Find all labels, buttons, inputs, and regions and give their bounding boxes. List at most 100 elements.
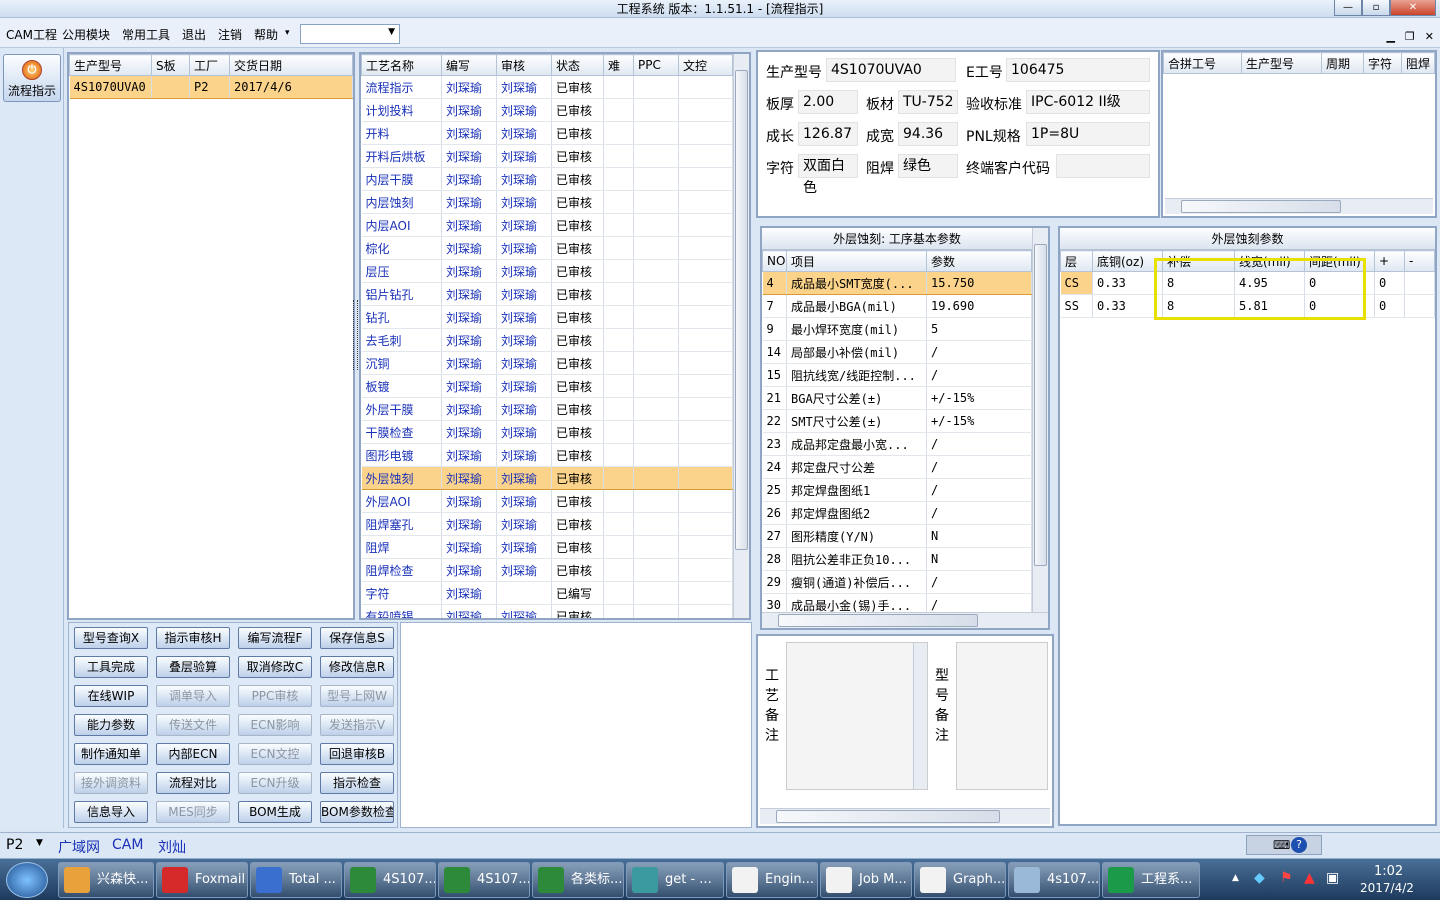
process-cell[interactable]: 刘琛瑜 bbox=[441, 236, 497, 260]
bp-cell[interactable]: 邦定焊盘图纸1 bbox=[786, 478, 927, 502]
process-cell[interactable] bbox=[678, 259, 733, 283]
etch-cell[interactable]: 0.33 bbox=[1092, 271, 1163, 295]
remarks-hscroll[interactable] bbox=[760, 808, 1050, 824]
table-row[interactable]: 铝片钻孔 刘琛瑜 刘琛瑜 已审核 bbox=[361, 282, 733, 306]
bp-cell[interactable]: 5 bbox=[926, 317, 1032, 341]
etch-col-header[interactable]: 层 bbox=[1060, 250, 1093, 272]
bp-cell[interactable]: 26 bbox=[762, 501, 787, 525]
bp-cell[interactable]: +/-15% bbox=[926, 409, 1032, 433]
table-row[interactable]: 26 邦定焊盘图纸2/ bbox=[762, 501, 1032, 525]
process-cell[interactable]: 刘琛瑜 bbox=[496, 397, 552, 421]
process-cell[interactable] bbox=[603, 512, 634, 536]
process-cell[interactable]: 刘琛瑜 bbox=[496, 190, 552, 214]
remarks-vscroll[interactable] bbox=[913, 643, 927, 789]
table-row[interactable]: 去毛刺 刘琛瑜 刘琛瑜 已审核 bbox=[361, 328, 733, 352]
process-cell[interactable]: 已审核 bbox=[551, 98, 604, 122]
process-cell[interactable]: 钻孔 bbox=[361, 305, 442, 329]
process-cell[interactable] bbox=[603, 466, 634, 490]
process-cell[interactable]: 刘琛瑜 bbox=[496, 374, 552, 398]
table-row[interactable]: 层压 刘琛瑜 刘琛瑜 已审核 bbox=[361, 259, 733, 283]
bp-cell[interactable]: 29 bbox=[762, 570, 787, 594]
bp-cell[interactable]: / bbox=[926, 363, 1032, 387]
etch-cell[interactable] bbox=[1404, 271, 1435, 295]
remarks-scroll-thumb[interactable] bbox=[776, 810, 1000, 823]
process-cell[interactable] bbox=[678, 420, 733, 444]
process-cell[interactable] bbox=[603, 443, 634, 467]
taskbar-app[interactable]: Total ... bbox=[250, 862, 342, 898]
table-row[interactable]: 7 成品最小BGA(mil) 19.690 bbox=[762, 294, 1032, 318]
bp-cell[interactable]: 阻抗公差非正负10... bbox=[786, 547, 927, 571]
table-row[interactable]: 外层干膜 刘琛瑜 刘琛瑜 已审核 bbox=[361, 397, 733, 421]
process-cell[interactable] bbox=[603, 190, 634, 214]
merge-col-header[interactable]: 周期 bbox=[1321, 52, 1364, 74]
process-cell[interactable]: 图形电镀 bbox=[361, 443, 442, 467]
bp-cell[interactable]: 15.750 bbox=[926, 271, 1032, 295]
action-button[interactable]: BOM生成 bbox=[238, 801, 312, 823]
bp-cell[interactable]: / bbox=[926, 570, 1032, 594]
process-cell[interactable]: 刘琛瑜 bbox=[441, 75, 497, 99]
action-button[interactable]: 取消修改C bbox=[238, 656, 312, 678]
process-col-header[interactable]: 审核 bbox=[496, 54, 552, 76]
merge-col-header[interactable]: 字符 bbox=[1363, 52, 1402, 74]
process-cell[interactable]: 刘琛瑜 bbox=[496, 558, 552, 582]
bp-cell[interactable]: 22 bbox=[762, 409, 787, 433]
table-row[interactable]: 内层AOI 刘琛瑜 刘琛瑜 已审核 bbox=[361, 213, 733, 237]
process-cell[interactable]: 干膜检查 bbox=[361, 420, 442, 444]
process-cell[interactable] bbox=[633, 167, 679, 191]
menu-tools[interactable]: 常用工具 bbox=[122, 26, 170, 43]
merge-hscroll[interactable] bbox=[1165, 198, 1433, 214]
bp-cell[interactable]: 14 bbox=[762, 340, 787, 364]
table-row[interactable]: 内层干膜 刘琛瑜 刘琛瑜 已审核 bbox=[361, 167, 733, 191]
process-cell[interactable]: 阻焊 bbox=[361, 535, 442, 559]
process-cell[interactable]: 刘琛瑜 bbox=[496, 443, 552, 467]
process-cell[interactable] bbox=[633, 259, 679, 283]
bp-hscroll-thumb[interactable] bbox=[778, 614, 978, 627]
process-cell[interactable] bbox=[633, 328, 679, 352]
process-cell[interactable] bbox=[603, 75, 634, 99]
action-button[interactable]: 在线WIP bbox=[74, 685, 148, 707]
bp-cell[interactable]: 21 bbox=[762, 386, 787, 410]
factory-chevron-icon[interactable]: ▼ bbox=[36, 838, 43, 848]
bp-cell[interactable]: / bbox=[926, 340, 1032, 364]
bp-cell[interactable]: 成品最小SMT宽度(... bbox=[786, 271, 927, 295]
process-cell[interactable] bbox=[603, 535, 634, 559]
process-cell[interactable]: 已审核 bbox=[551, 236, 604, 260]
process-cell[interactable]: 刘琛瑜 bbox=[441, 259, 497, 283]
process-cell[interactable]: 已审核 bbox=[551, 489, 604, 513]
process-col-header[interactable]: 难 bbox=[603, 54, 634, 76]
process-cell[interactable]: 已审核 bbox=[551, 305, 604, 329]
process-cell[interactable] bbox=[633, 558, 679, 582]
process-cell[interactable]: 刘琛瑜 bbox=[496, 75, 552, 99]
process-cell[interactable]: 已审核 bbox=[551, 144, 604, 168]
bp-cell[interactable]: SMT尺寸公差(±) bbox=[786, 409, 927, 433]
process-cell[interactable] bbox=[678, 213, 733, 237]
menu-logout[interactable]: 注销 bbox=[218, 26, 242, 43]
process-cell[interactable] bbox=[603, 351, 634, 375]
process-cell[interactable]: 刘琛瑜 bbox=[441, 558, 497, 582]
etch-col-header[interactable]: + bbox=[1374, 250, 1405, 272]
process-cell[interactable]: 已审核 bbox=[551, 259, 604, 283]
process-cell[interactable] bbox=[633, 190, 679, 214]
table-row[interactable]: 沉铜 刘琛瑜 刘琛瑜 已审核 bbox=[361, 351, 733, 375]
bp-col-header[interactable]: 参数 bbox=[926, 250, 1032, 272]
process-cell[interactable]: 刘琛瑜 bbox=[496, 351, 552, 375]
etch-cell[interactable]: 0 bbox=[1374, 294, 1405, 318]
process-cell[interactable]: 已编写 bbox=[551, 581, 604, 605]
process-col-header[interactable]: 文控 bbox=[678, 54, 733, 76]
bp-cell[interactable]: 局部最小补偿(mil) bbox=[786, 340, 927, 364]
process-cell[interactable]: 去毛刺 bbox=[361, 328, 442, 352]
table-row[interactable]: 计划投料 刘琛瑜 刘琛瑜 已审核 bbox=[361, 98, 733, 122]
process-col-header[interactable]: 工艺名称 bbox=[361, 54, 442, 76]
merge-col-header[interactable]: 合拼工号 bbox=[1163, 52, 1242, 74]
process-cell[interactable]: 刘琛瑜 bbox=[441, 98, 497, 122]
process-cell[interactable]: 刘琛瑜 bbox=[441, 167, 497, 191]
process-cell[interactable] bbox=[633, 282, 679, 306]
process-cell[interactable]: 刘琛瑜 bbox=[496, 328, 552, 352]
splitter-handle[interactable] bbox=[353, 300, 358, 370]
process-cell[interactable] bbox=[633, 512, 679, 536]
process-cell[interactable]: 已审核 bbox=[551, 420, 604, 444]
process-cell[interactable]: 刘琛瑜 bbox=[441, 144, 497, 168]
process-cell[interactable]: 刘琛瑜 bbox=[441, 282, 497, 306]
process-cell[interactable]: 刘琛瑜 bbox=[441, 466, 497, 490]
process-cell[interactable]: 已审核 bbox=[551, 351, 604, 375]
